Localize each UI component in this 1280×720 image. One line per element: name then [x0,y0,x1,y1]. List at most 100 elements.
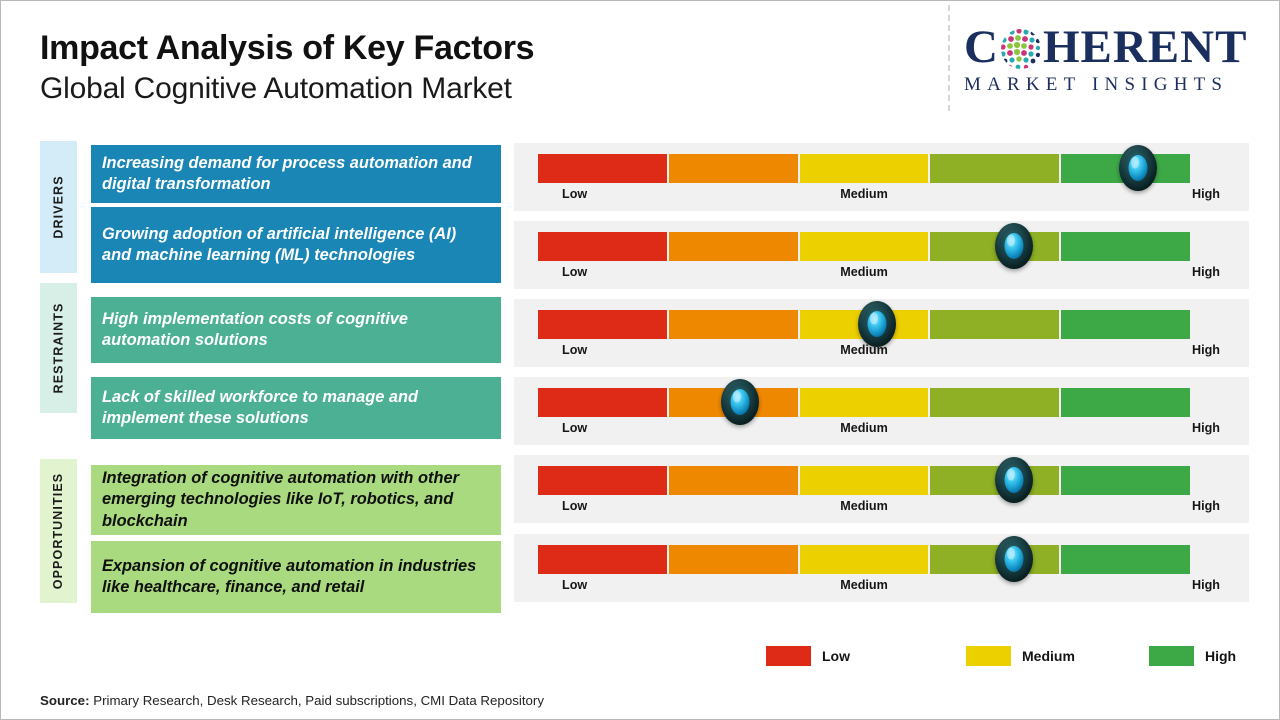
gauge-row: Low Medium High [514,221,1249,289]
scale-labels: Low Medium High [538,265,1220,283]
category-rail-drivers: DRIVERS [40,141,77,273]
factor-box[interactable]: Increasing demand for process automation… [91,145,501,203]
bar-segment-4 [930,154,1060,183]
factor-box[interactable]: Integration of cognitive automation with… [91,465,501,535]
legend-label: High [1205,648,1237,664]
scale-labels: Low Medium High [538,578,1220,596]
coherent-market-insights-logo: C HERENT MARKET INSIGHTS [964,23,1264,103]
factor-box[interactable]: Lack of skilled workforce to manage and … [91,377,501,439]
page-title: Impact Analysis of Key Factors [40,29,535,67]
scale-label-medium: Medium [840,578,888,592]
scale-labels: Low Medium High [538,499,1220,517]
page-subtitle: Global Cognitive Automation Market [40,72,512,106]
scale-label-low: Low [562,499,588,513]
header-divider [948,5,950,111]
scale-label-high: High [1192,421,1220,435]
bar-segment-3 [799,466,929,495]
impact-bar [538,379,1190,425]
bar-segment-2 [668,545,798,574]
infographic-page: Impact Analysis of Key Factors Global Co… [0,0,1280,720]
bar-segment-5 [1061,388,1190,417]
scale-label-medium: Medium [840,499,888,513]
legend: Low Medium High [766,646,1236,670]
legend-label: Low [822,648,850,664]
bar-segment-4 [930,466,1060,495]
bar-segment-5 [1061,154,1190,183]
scale-labels: Low Medium High [538,187,1220,205]
impact-bar [538,536,1190,582]
scale-label-low: Low [562,265,588,279]
source-text: Primary Research, Desk Research, Paid su… [89,693,544,708]
bar-segment-1 [538,545,667,574]
source-note: Source: Primary Research, Desk Research,… [40,693,544,708]
scale-label-medium: Medium [840,187,888,201]
category-rail-restraints: RESTRAINTS [40,283,77,413]
bar-segment-1 [538,466,667,495]
category-label: OPPORTUNITIES [51,472,66,590]
bar-segment-3 [799,310,929,339]
bar-segment-5 [1061,466,1190,495]
legend-item-low: Low [766,646,850,666]
gauge-row: Low Medium High [514,143,1249,211]
scale-label-high: High [1192,187,1220,201]
scale-label-high: High [1192,578,1220,592]
scale-label-low: Low [562,187,588,201]
bar-segment-3 [799,545,929,574]
category-label: DRIVERS [51,175,66,239]
scale-label-medium: Medium [840,343,888,357]
factor-text: Increasing demand for process automation… [102,153,472,193]
legend-swatch [1149,646,1194,666]
category-rail-opportunities: OPPORTUNITIES [40,459,77,603]
scale-labels: Low Medium High [538,421,1220,439]
bar-segment-3 [799,388,929,417]
bar-segment-1 [538,388,667,417]
scale-label-medium: Medium [840,265,888,279]
legend-swatch [966,646,1011,666]
gauge-row: Low Medium High [514,299,1249,367]
bar-segment-2 [668,154,798,183]
bar-segment-2 [668,388,798,417]
gauge-row: Low Medium High [514,534,1249,602]
bar-segment-1 [538,232,667,261]
impact-matrix: DRIVERS RESTRAINTS OPPORTUNITIES Increasin… [1,137,1280,617]
logo-tagline: MARKET INSIGHTS [964,74,1229,95]
bar-segment-5 [1061,232,1190,261]
category-label: RESTRAINTS [51,302,66,394]
bar-segment-2 [668,466,798,495]
factor-text: Expansion of cognitive automation in ind… [102,556,477,596]
bar-segment-4 [930,232,1060,261]
factor-text: High implementation costs of cognitive a… [102,309,408,349]
impact-bar [538,223,1190,269]
gauge-row: Low Medium High [514,455,1249,523]
bar-segment-5 [1061,310,1190,339]
logo-letters-herent: HERENT [1042,20,1248,73]
bar-segment-3 [799,154,929,183]
scale-labels: Low Medium High [538,343,1220,361]
bar-segment-1 [538,310,667,339]
factor-text: Integration of cognitive automation with… [102,469,459,530]
globe-icon [1000,28,1042,70]
title-block: Impact Analysis of Key Factors Global Co… [40,29,535,107]
header: Impact Analysis of Key Factors Global Co… [1,1,1280,131]
logo-letter-c: C [964,20,999,73]
logo-wordmark: C HERENT [964,23,1264,71]
bar-segment-1 [538,154,667,183]
bar-segment-4 [930,545,1060,574]
factor-box[interactable]: High implementation costs of cognitive a… [91,297,501,363]
factor-text: Growing adoption of artificial intellige… [102,224,457,264]
factor-box[interactable]: Expansion of cognitive automation in ind… [91,541,501,613]
source-label: Source: [40,693,90,708]
impact-bar [538,301,1190,347]
bar-segment-3 [799,232,929,261]
bar-segment-2 [668,232,798,261]
impact-bar [538,457,1190,503]
factor-box[interactable]: Growing adoption of artificial intellige… [91,207,501,283]
gauge-row: Low Medium High [514,377,1249,445]
scale-label-high: High [1192,343,1220,357]
legend-item-high: High [1149,646,1236,666]
legend-label: Medium [1022,648,1075,664]
scale-label-medium: Medium [840,421,888,435]
scale-label-low: Low [562,343,588,357]
scale-label-high: High [1192,265,1220,279]
bar-segment-2 [668,310,798,339]
